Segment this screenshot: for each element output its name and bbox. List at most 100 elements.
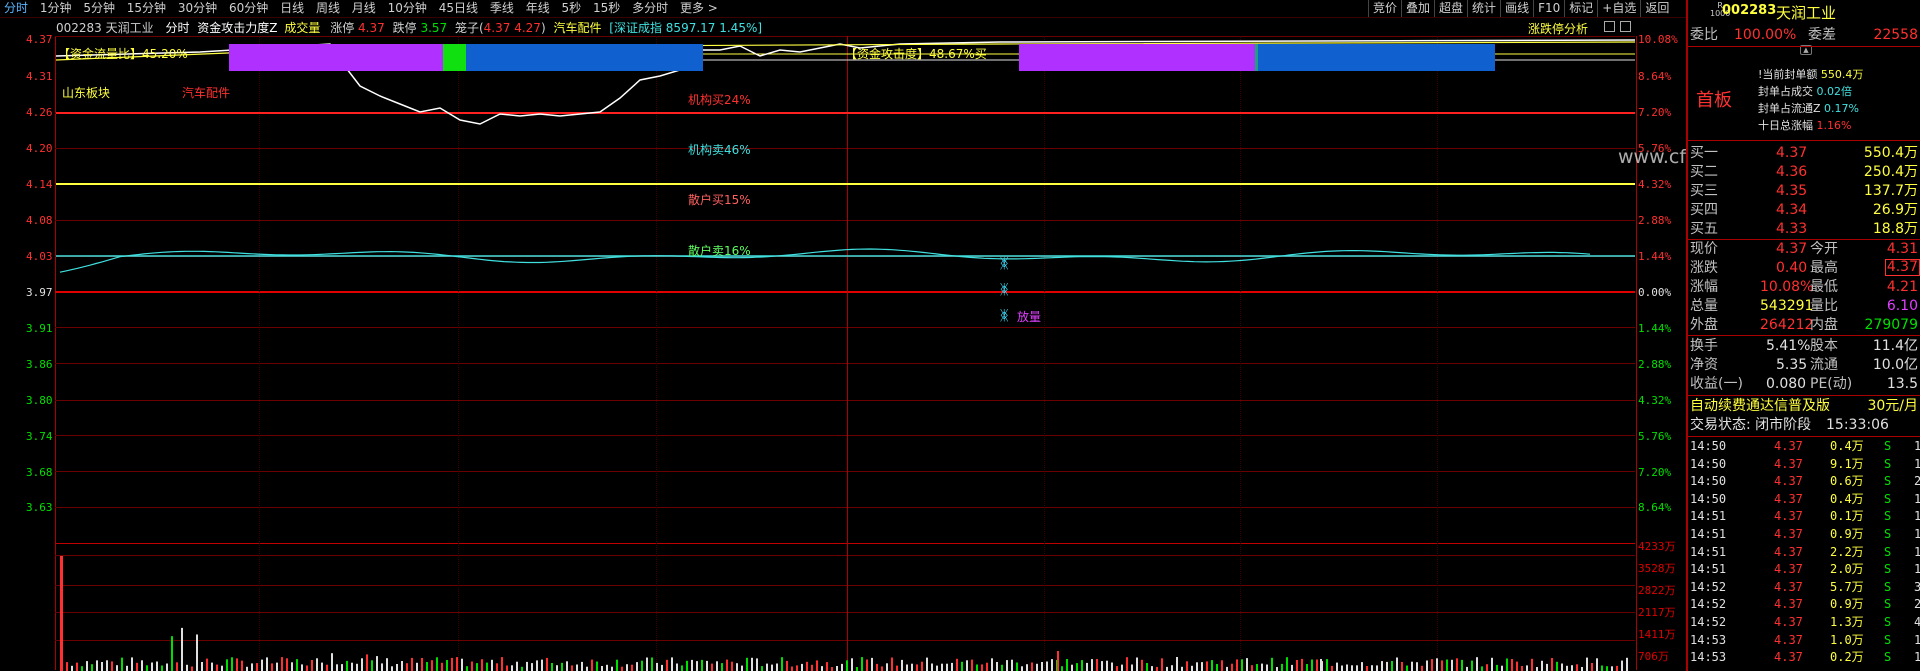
tick-time: 14:51 bbox=[1690, 562, 1727, 577]
volume-bar bbox=[651, 657, 653, 671]
volume-bar bbox=[726, 659, 728, 671]
volume-bar bbox=[856, 667, 858, 671]
volume-bar bbox=[331, 653, 333, 671]
tick-volume: 1.0万 bbox=[1830, 632, 1864, 647]
tick-volume: 2.2万 bbox=[1830, 544, 1864, 559]
tick-price: 4.37 bbox=[1774, 527, 1803, 541]
volume-bar bbox=[311, 660, 313, 671]
volume-bar bbox=[416, 662, 418, 671]
volume-bar bbox=[1261, 663, 1263, 671]
volume-bar bbox=[1496, 664, 1498, 671]
volume-bar bbox=[746, 657, 748, 671]
volume-bar bbox=[1516, 661, 1518, 671]
quote-panel: R 1000 002283 天润工业 委比 100.00% 委差 22558 ▲ … bbox=[1686, 0, 1920, 671]
volume-bar bbox=[1406, 665, 1408, 671]
stat-row: 现价 4.37 今开 4.31 bbox=[1690, 241, 1918, 257]
volume-bar bbox=[1001, 664, 1003, 671]
volume-bar bbox=[336, 664, 338, 671]
volume-bar bbox=[606, 664, 608, 671]
promo-row[interactable]: 自动续费通达信普及版 30元/月 bbox=[1690, 397, 1920, 415]
volume-bar bbox=[181, 627, 183, 671]
volume-bar bbox=[1466, 666, 1468, 671]
volume-bar bbox=[1031, 662, 1033, 671]
volume-bar bbox=[1586, 657, 1588, 671]
tick-count: 1 bbox=[1914, 562, 1920, 577]
volume-bar bbox=[756, 658, 758, 671]
volume-bar bbox=[466, 666, 468, 671]
tick-time: 14:51 bbox=[1690, 509, 1727, 524]
volume-bar bbox=[911, 663, 913, 671]
volume-bar bbox=[736, 663, 738, 671]
volume-bar bbox=[1416, 662, 1418, 671]
volume-bar bbox=[1421, 665, 1423, 671]
volume-bar bbox=[936, 665, 938, 671]
promo-text[interactable]: 自动续费通达信普及版 bbox=[1690, 397, 1830, 415]
volume-bar bbox=[1091, 659, 1093, 671]
flow-bar-blue-1 bbox=[466, 44, 703, 71]
volume-bar bbox=[1501, 665, 1503, 671]
volume-bar bbox=[156, 661, 158, 671]
volume-bar bbox=[1276, 667, 1278, 671]
volume-bar bbox=[556, 665, 558, 671]
flow-bar-green-1 bbox=[443, 44, 466, 71]
volume-bar bbox=[1246, 658, 1248, 671]
volume-bar bbox=[541, 659, 543, 671]
volume-bar bbox=[1336, 662, 1338, 671]
volume-bar bbox=[1057, 651, 1059, 671]
inst-sell-label: 机构卖46% bbox=[688, 143, 751, 157]
tick-count: 1 bbox=[1914, 509, 1920, 524]
volume-bar bbox=[766, 663, 768, 671]
volume-bar bbox=[1301, 658, 1303, 671]
volume-bar bbox=[976, 664, 978, 671]
tick-volume: 2.0万 bbox=[1830, 562, 1864, 577]
status-label: 交易状态: 闭市阶段 bbox=[1690, 417, 1812, 433]
volume-bar bbox=[691, 659, 693, 671]
stat-row: 涨跌 0.40 最高 4.37 bbox=[1690, 259, 1920, 276]
volume-bar bbox=[1351, 665, 1353, 671]
volume-bar bbox=[591, 659, 593, 671]
tick-row: 14:51 4.37 0.1万 S 1 bbox=[1690, 508, 1920, 524]
volume-bar bbox=[461, 658, 463, 671]
volume-bar bbox=[406, 663, 408, 671]
tick-price: 4.37 bbox=[1774, 474, 1803, 489]
volume-bar bbox=[1306, 664, 1308, 671]
tick-row: 14:51 4.37 2.0万 S 1 bbox=[1690, 561, 1920, 577]
volume-bar bbox=[491, 659, 493, 671]
tick-count: 1 bbox=[1914, 439, 1920, 453]
volume-bar bbox=[501, 657, 503, 671]
butterfly-icon: ᛤ bbox=[1000, 282, 1009, 298]
volume-bar bbox=[1071, 664, 1073, 671]
volume-bar bbox=[781, 657, 783, 671]
volume-bar bbox=[91, 664, 93, 671]
volume-bar bbox=[286, 658, 288, 671]
volume-bar bbox=[791, 666, 793, 671]
volume-bar bbox=[1356, 665, 1358, 671]
volume-bar bbox=[1566, 665, 1568, 671]
wb-value: 100.00% bbox=[1734, 27, 1797, 43]
tick-volume: 1.3万 bbox=[1830, 615, 1864, 629]
volume-bar bbox=[1256, 664, 1258, 671]
volume-bar bbox=[831, 667, 833, 671]
volume-bar bbox=[821, 666, 823, 671]
volume-bar bbox=[1311, 659, 1313, 671]
tick-price: 4.37 bbox=[1774, 615, 1803, 629]
volume-bar bbox=[1126, 657, 1128, 671]
volume-bar bbox=[1186, 661, 1188, 671]
volume-bar bbox=[1581, 667, 1583, 671]
tick-count: 2 bbox=[1914, 474, 1920, 489]
tick-count: 1 bbox=[1914, 632, 1920, 647]
tick-time: 14:50 bbox=[1690, 474, 1727, 489]
province-label: 山东板块 bbox=[62, 86, 111, 100]
volume-bar bbox=[266, 657, 268, 671]
volume-bar bbox=[786, 660, 788, 671]
volume-bar bbox=[1331, 665, 1333, 671]
volume-bar bbox=[381, 663, 383, 671]
volume-bar bbox=[931, 663, 933, 671]
volume-bar bbox=[201, 662, 203, 671]
volume-bar bbox=[1476, 657, 1478, 671]
tick-volume: 9.1万 bbox=[1830, 456, 1864, 471]
volume-bar bbox=[441, 662, 443, 671]
volume-bar bbox=[1371, 665, 1373, 671]
board-label: 首板 bbox=[1696, 90, 1732, 111]
volume-bar bbox=[546, 657, 548, 671]
